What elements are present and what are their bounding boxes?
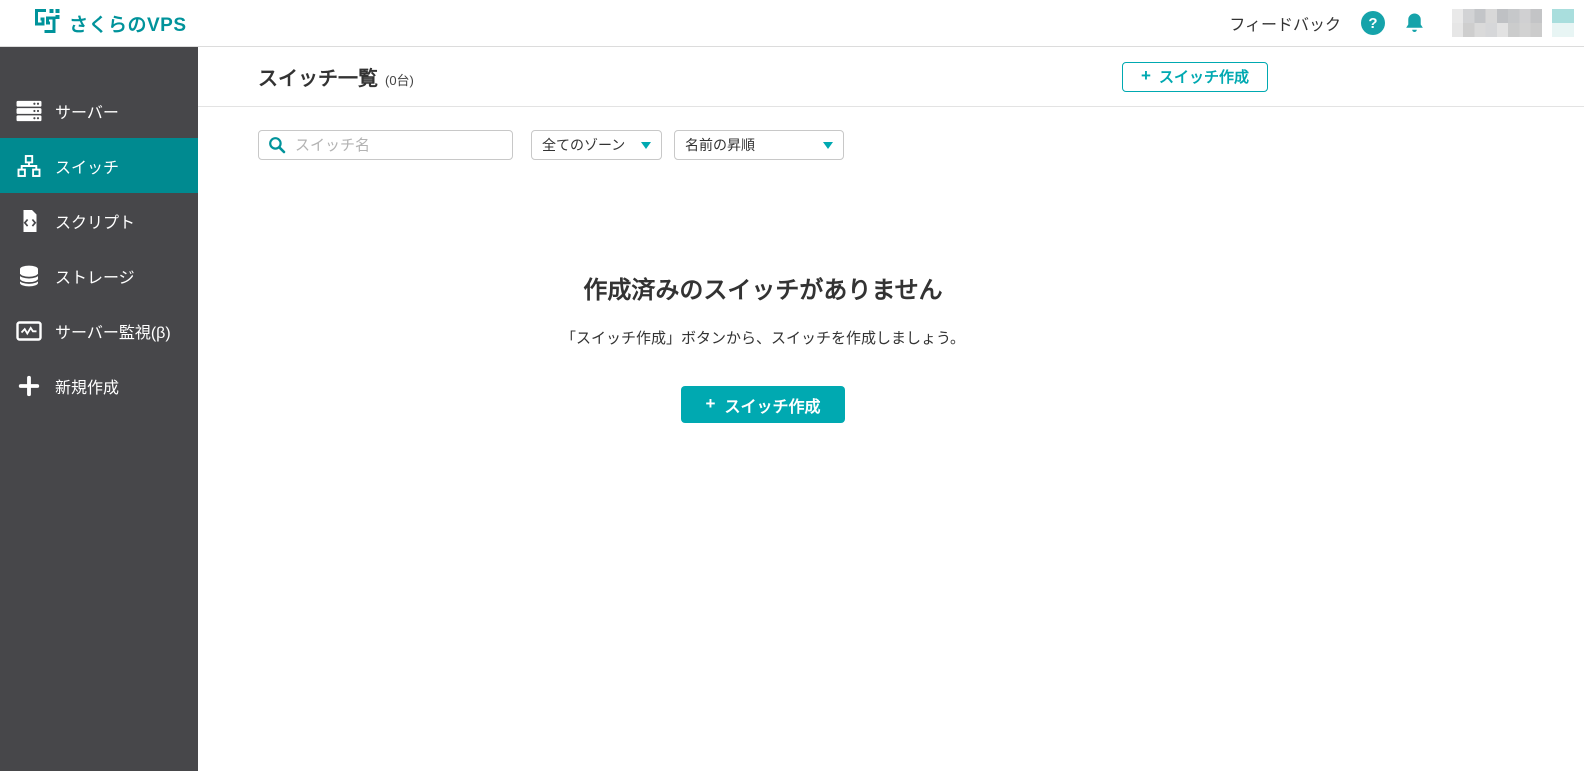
plus-icon — [16, 373, 42, 399]
sidebar-item-create-new[interactable]: 新規作成 — [0, 358, 198, 413]
create-switch-button-label: スイッチ作成 — [1158, 69, 1249, 86]
search-input[interactable] — [258, 130, 513, 160]
page-header: スイッチ一覧 (0台) + スイッチ作成 — [198, 47, 1584, 107]
sidebar-item-label: サーバー監視(β) — [55, 324, 171, 342]
sidebar-item-switches[interactable]: スイッチ — [0, 138, 198, 193]
search-icon — [268, 136, 286, 159]
create-switch-button-main[interactable]: + スイッチ作成 — [680, 386, 846, 423]
empty-state: 作成済みのスイッチがありません 「スイッチ作成」ボタンから、スイッチを作成しまし… — [198, 160, 1328, 423]
sidebar-item-monitoring[interactable]: サーバー監視(β) — [0, 303, 198, 358]
sidebar-item-label: サーバー — [55, 104, 119, 122]
chevron-down-icon — [641, 141, 651, 149]
avatar-redacted[interactable] — [1552, 9, 1574, 37]
server-icon — [16, 98, 42, 124]
empty-state-description: 「スイッチ作成」ボタンから、スイッチを作成しましょう。 — [560, 330, 966, 347]
plus-icon: + — [1141, 66, 1151, 85]
sort-select[interactable]: 名前の昇順 — [674, 130, 844, 160]
bell-icon[interactable] — [1403, 11, 1426, 36]
sakura-logo-icon — [33, 7, 61, 40]
sidebar-item-servers[interactable]: サーバー — [0, 83, 198, 138]
sidebar-item-label: スクリプト — [55, 214, 136, 232]
sidebar-item-label: ストレージ — [55, 269, 135, 287]
switch-count: (0台) — [385, 73, 414, 88]
sidebar-item-label: 新規作成 — [55, 379, 120, 397]
zone-select-value: 全てのゾーン — [542, 137, 626, 153]
sort-select-value: 名前の昇順 — [685, 137, 755, 153]
switch-icon — [16, 153, 42, 179]
brand-logo[interactable]: さくらのVPS — [33, 7, 187, 40]
create-switch-button-top[interactable]: + スイッチ作成 — [1122, 61, 1268, 92]
monitor-icon — [16, 318, 42, 344]
zone-select[interactable]: 全てのゾーン — [531, 130, 662, 160]
create-switch-button-label: スイッチ作成 — [724, 398, 821, 416]
app-window: さくらのVPS フィードバック ? サーバー スイッチ スクリプト ストレージ … — [0, 0, 1584, 779]
main-content: スイッチ一覧 (0台) + スイッチ作成 スイッチ名 全てのゾーン 名前の昇順 … — [198, 47, 1584, 423]
sidebar: サーバー スイッチ スクリプト ストレージ サーバー監視(β) 新規作成 — [0, 47, 198, 771]
feedback-link[interactable]: フィードバック — [1229, 11, 1341, 35]
storage-icon — [16, 263, 42, 289]
sidebar-item-storage[interactable]: ストレージ — [0, 248, 198, 303]
account-name-redacted[interactable] — [1452, 9, 1542, 37]
page-title: スイッチ一覧 (0台) — [258, 62, 414, 91]
chevron-down-icon — [823, 141, 833, 149]
brand-name: さくらのVPS — [69, 14, 187, 36]
sidebar-item-scripts[interactable]: スクリプト — [0, 193, 198, 248]
top-bar: さくらのVPS フィードバック ? — [0, 0, 1584, 47]
script-icon — [16, 208, 42, 234]
empty-state-title: 作成済みのスイッチがありません — [583, 277, 943, 304]
sidebar-item-label: スイッチ — [55, 159, 120, 177]
top-bar-actions: フィードバック ? — [1229, 9, 1574, 37]
filter-bar: 全てのゾーン 名前の昇順 — [198, 107, 1328, 160]
switch-search — [258, 130, 513, 160]
plus-icon: + — [705, 394, 716, 413]
page-title-text: スイッチ一覧 — [258, 68, 378, 90]
help-icon[interactable]: ? — [1361, 11, 1385, 35]
